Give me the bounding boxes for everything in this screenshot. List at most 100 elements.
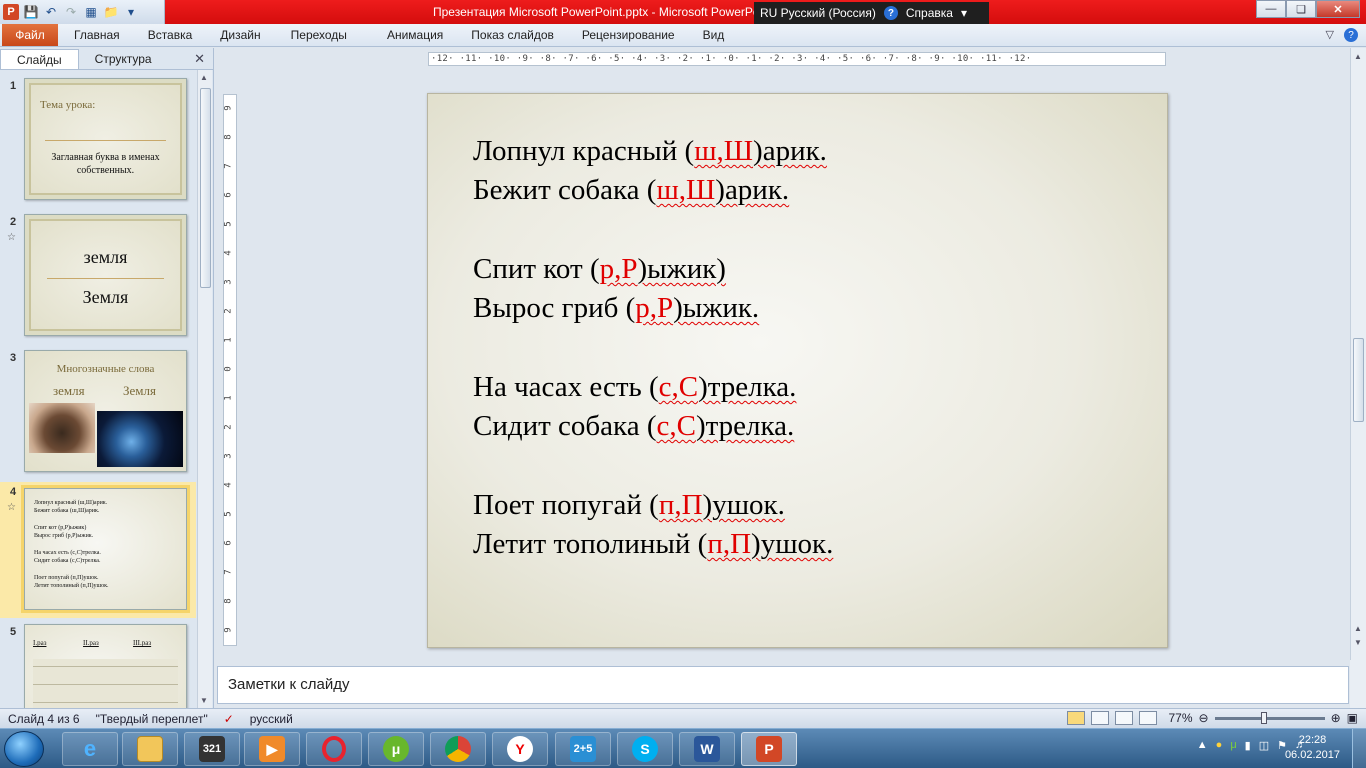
maximize-button[interactable]: ❏ bbox=[1286, 0, 1316, 18]
skype-icon[interactable]: S bbox=[617, 732, 673, 766]
language-status[interactable]: русский bbox=[242, 712, 301, 726]
slide-sorter-icon[interactable] bbox=[1090, 711, 1109, 725]
close-panel-icon[interactable]: ✕ bbox=[194, 51, 205, 67]
scroll-thumb[interactable] bbox=[1353, 338, 1364, 422]
help-label[interactable]: Справка bbox=[906, 6, 953, 20]
langbar-options-icon[interactable]: ▾ bbox=[961, 6, 967, 20]
explorer-icon[interactable] bbox=[122, 732, 178, 766]
zoom-out-icon[interactable]: ⊖ bbox=[1199, 711, 1209, 725]
media-player-classic-icon[interactable]: 321 bbox=[184, 732, 240, 766]
horizontal-ruler[interactable]: ·12· ·11· ·10· ·9· ·8· ·7· ·6· ·5· ·4· ·… bbox=[428, 52, 1166, 66]
scroll-thumb[interactable] bbox=[200, 88, 211, 288]
previous-slide-icon[interactable]: ▲ bbox=[1354, 624, 1362, 633]
yandex-browser-icon[interactable]: Y bbox=[492, 732, 548, 766]
slideshow-icon[interactable]: ▦ bbox=[82, 3, 100, 21]
tab-slides[interactable]: Слайды bbox=[0, 49, 79, 69]
zoom-level[interactable]: 77% bbox=[1169, 711, 1193, 725]
tray-network-icon[interactable]: ▲ bbox=[1197, 739, 1208, 752]
slide-thumbnail-1[interactable]: Тема урока: Заглавная буква в именах соб… bbox=[24, 78, 187, 200]
undo-icon[interactable]: ↶ bbox=[42, 3, 60, 21]
line-text-before: Бежит собака ( bbox=[473, 174, 657, 206]
line-text-after: )ыжик) bbox=[637, 253, 726, 285]
thumbnail-scrollbar[interactable]: ▲ ▼ bbox=[197, 70, 212, 708]
powerpoint-app-icon[interactable]: P bbox=[2, 3, 20, 21]
slide-text-box[interactable]: Лопнул красный (ш,Ш)арик. Бежит собака (ш… bbox=[473, 132, 833, 564]
tab-review[interactable]: Рецензирование bbox=[568, 28, 689, 42]
close-button[interactable]: ✕ bbox=[1316, 0, 1360, 18]
clock-time: 22:28 bbox=[1298, 734, 1327, 746]
letter-choice: с,С bbox=[658, 371, 699, 403]
scroll-up-icon[interactable]: ▲ bbox=[1354, 52, 1362, 61]
scroll-down-icon[interactable]: ▼ bbox=[200, 696, 208, 705]
reading-view-icon[interactable] bbox=[1114, 711, 1133, 725]
tab-view[interactable]: Вид bbox=[689, 28, 739, 42]
normal-view-icon[interactable] bbox=[1066, 711, 1085, 725]
slide-thumbnail-4[interactable]: Лопнул красный (ш,Ш)арик. Бежит собака (… bbox=[21, 485, 190, 613]
line-text-before: Лопнул красный ( bbox=[473, 135, 695, 167]
tab-file[interactable]: Файл bbox=[2, 24, 58, 46]
show-desktop-button[interactable] bbox=[1352, 729, 1366, 768]
spellcheck-icon[interactable]: ✓ bbox=[216, 712, 242, 726]
redo-icon[interactable]: ↷ bbox=[62, 3, 80, 21]
language-bar[interactable]: RU Русский (Россия) ? Справка ▾ bbox=[754, 2, 989, 24]
vertical-ruler[interactable]: 9 8 7 6 5 4 3 2 1 0 1 2 3 4 5 6 7 8 9 bbox=[223, 94, 237, 646]
tab-home[interactable]: Главная bbox=[58, 28, 134, 42]
tab-animation[interactable]: Анимация bbox=[361, 28, 457, 42]
title-bar: P 💾 ↶ ↷ ▦ 📁 ▾ Презентация Microsoft Powe… bbox=[0, 0, 1366, 24]
tab-outline[interactable]: Структура bbox=[79, 49, 168, 69]
thumbnail-frame: Тема урока: Заглавная буква в именах соб… bbox=[29, 83, 182, 195]
help-icon[interactable]: ? bbox=[883, 6, 898, 20]
tray-battery-icon[interactable]: ◫ bbox=[1259, 739, 1269, 752]
thumbnail-frame: земля Земля bbox=[29, 219, 182, 331]
tray-signal-icon[interactable]: ▮ bbox=[1245, 739, 1251, 752]
internet-explorer-icon[interactable]: e bbox=[62, 732, 118, 766]
zoom-slider[interactable] bbox=[1214, 711, 1325, 724]
start-button[interactable] bbox=[4, 731, 44, 767]
ribbon-help-icon[interactable]: ? bbox=[1344, 28, 1358, 42]
editor-scrollbar[interactable]: ▲ ▲ ▼ bbox=[1350, 48, 1366, 660]
word-icon[interactable]: W bbox=[679, 732, 735, 766]
tab-slideshow[interactable]: Показ слайдов bbox=[457, 28, 568, 42]
notes-field[interactable]: Заметки к слайду bbox=[217, 666, 1349, 704]
slide-line: На часах есть (с,С)трелка. bbox=[473, 368, 833, 407]
tab-transitions[interactable]: Переходы bbox=[275, 28, 361, 42]
slide-canvas[interactable]: Лопнул красный (ш,Ш)арик. Бежит собака (ш… bbox=[427, 93, 1168, 648]
line-text-before: Поет попугай ( bbox=[473, 489, 659, 521]
tray-update-icon[interactable]: ● bbox=[1216, 739, 1223, 752]
open-icon[interactable]: 📁 bbox=[102, 3, 120, 21]
save-icon[interactable]: 💾 bbox=[22, 3, 40, 21]
line-text-after: )арик. bbox=[753, 135, 827, 167]
clock[interactable]: 22:28 06.02.2017 bbox=[1285, 733, 1340, 763]
slideshow-view-icon[interactable] bbox=[1138, 711, 1157, 725]
thumb-body: Заглавная буква в именах собственных. bbox=[51, 152, 160, 176]
ruler-tick: 5 bbox=[223, 511, 234, 517]
chrome-icon[interactable] bbox=[430, 732, 486, 766]
expand-ribbon-icon[interactable]: ▽ bbox=[1326, 28, 1334, 42]
letter-choice: р,Р bbox=[635, 292, 674, 324]
fit-to-window-icon[interactable]: ▣ bbox=[1347, 711, 1358, 725]
customize-qat-icon[interactable]: ▾ bbox=[122, 3, 140, 21]
next-slide-icon[interactable]: ▼ bbox=[1354, 638, 1362, 647]
scroll-up-icon[interactable]: ▲ bbox=[200, 73, 208, 82]
language-indicator[interactable]: RU Русский (Россия) bbox=[760, 6, 876, 20]
slide-thumbnail-3[interactable]: Многозначные слова земля Земля bbox=[24, 350, 187, 472]
media-player-icon[interactable]: ▶ bbox=[244, 732, 300, 766]
slide-line: Летит тополиный (п,П)ушок. bbox=[473, 525, 833, 564]
taskbar: e 321 ▶ μ Y 2+5 S W P ▲ ● μ ▮ ◫ ⚑ ♬ 22:2… bbox=[0, 728, 1366, 768]
opera-icon[interactable] bbox=[306, 732, 362, 766]
tray-utorrent-icon[interactable]: μ bbox=[1230, 739, 1236, 752]
slide-thumbnail-5[interactable]: I.раз II.раз III.раз bbox=[24, 624, 187, 708]
minimize-button[interactable]: — bbox=[1256, 0, 1286, 18]
utorrent-icon[interactable]: μ bbox=[368, 732, 424, 766]
thumb-top-word: земля bbox=[83, 247, 128, 267]
zoom-in-icon[interactable]: ⊕ bbox=[1331, 711, 1341, 725]
tab-design[interactable]: Дизайн bbox=[206, 28, 274, 42]
tab-insert[interactable]: Вставка bbox=[134, 28, 207, 42]
powerpoint-taskbar-icon[interactable]: P bbox=[741, 732, 797, 766]
notes-scrollbar[interactable] bbox=[1350, 660, 1366, 708]
calculator-icon[interactable]: 2+5 bbox=[555, 732, 611, 766]
slide-thumbnail-2[interactable]: земля Земля bbox=[24, 214, 187, 336]
animation-star-icon: ☆ bbox=[7, 232, 16, 243]
zoom-knob[interactable] bbox=[1260, 711, 1267, 724]
